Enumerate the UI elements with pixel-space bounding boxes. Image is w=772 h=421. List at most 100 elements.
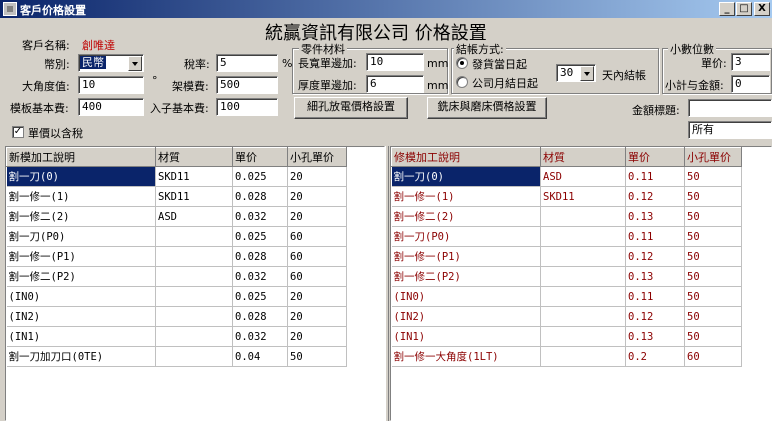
table-row[interactable]: 割一修二(2) 0.13 50 [391,206,742,227]
table-row[interactable]: (IN1) 0.032 20 [6,326,347,347]
table-row[interactable]: 割一刀(P0) 0.025 60 [6,226,347,247]
splitter[interactable] [385,146,389,421]
table-row[interactable]: (IN1) 0.13 50 [391,326,742,347]
table-cell[interactable]: 50 [684,226,742,247]
table-cell[interactable]: 50 [684,166,742,187]
tax-input[interactable]: 5 [216,54,278,72]
table-cell[interactable] [155,226,233,247]
table-cell[interactable]: 割一刀(P0) [6,226,156,247]
table-cell[interactable] [540,286,626,307]
table-cell[interactable]: 割一修二(P2) [6,266,156,287]
tax-included-checkbox[interactable]: ✓ [12,126,24,138]
table-cell[interactable]: 50 [287,346,347,367]
price-decimals-input[interactable]: 3 [731,53,770,71]
table-cell[interactable]: 割一修一(1) [391,186,541,207]
table-cell[interactable]: 0.11 [625,226,685,247]
table-cell[interactable]: 50 [684,306,742,327]
table-cell[interactable]: 20 [287,326,347,347]
mill-grind-price-settings-button[interactable]: 銑床與磨床價格設置 [427,97,547,119]
thickness-margin-input[interactable]: 6 [366,75,424,93]
table-cell[interactable]: 割一修二(2) [391,206,541,227]
table-cell[interactable]: 0.032 [232,326,288,347]
table-cell[interactable]: (IN0) [391,286,541,307]
column-header[interactable]: 小孔單价 [287,147,347,167]
new-mold-grid[interactable]: 新模加工說明 材質 單价 小孔單价 割一刀(0) SKD11 0.025 20 割一修一(1)… [5,146,385,421]
table-cell[interactable]: 60 [684,346,742,367]
table-row[interactable]: 割一修二(P2) 0.13 50 [391,266,742,287]
close-button[interactable]: X [754,2,770,16]
table-cell[interactable]: 割一刀(0) [6,166,156,187]
column-header[interactable]: 修模加工說明 [391,147,541,167]
table-cell[interactable]: 0.025 [232,286,288,307]
table-cell[interactable] [155,306,233,327]
table-row[interactable]: 割一修一(1) SKD11 0.12 50 [391,186,742,207]
rack-fee-input[interactable]: 500 [216,76,278,94]
table-cell[interactable]: 20 [287,306,347,327]
table-cell[interactable] [540,206,626,227]
table-cell[interactable]: SKD11 [540,186,626,207]
table-row[interactable]: (IN2) 0.12 50 [391,306,742,327]
table-cell[interactable] [155,286,233,307]
table-cell[interactable]: 0.12 [625,306,685,327]
billing-option-monthly-radio[interactable] [456,76,468,88]
title-bar[interactable] [0,0,772,18]
table-cell[interactable]: 割一修一(P1) [6,246,156,267]
column-header[interactable]: 單价 [232,147,288,167]
table-cell[interactable]: 50 [684,326,742,347]
table-cell[interactable]: 0.11 [625,166,685,187]
table-cell[interactable] [540,226,626,247]
table-cell[interactable]: 0.025 [232,226,288,247]
table-cell[interactable]: 0.12 [625,246,685,267]
table-cell[interactable]: ASD [540,166,626,187]
table-row[interactable]: (IN0) 0.025 20 [6,286,347,307]
table-cell[interactable]: 0.13 [625,266,685,287]
table-row[interactable]: 割一修一(1) SKD11 0.028 20 [6,186,347,207]
table-cell[interactable] [540,326,626,347]
table-cell[interactable]: SKD11 [155,166,233,187]
table-row[interactable]: 割一刀(0) SKD11 0.025 20 [6,166,347,187]
chevron-down-icon[interactable] [580,66,594,81]
amount-title-input[interactable] [688,99,772,117]
table-cell[interactable]: (IN2) [6,306,156,327]
table-cell[interactable]: (IN1) [6,326,156,347]
table-cell[interactable]: (IN2) [391,306,541,327]
table-row[interactable]: 割一刀(0) ASD 0.11 50 [391,166,742,187]
table-cell[interactable]: 割一刀(0) [391,166,541,187]
table-cell[interactable]: 割一修一(1) [6,186,156,207]
edm-price-settings-button[interactable]: 細孔放電價格設置 [294,97,408,119]
table-cell[interactable]: SKD11 [155,186,233,207]
column-header[interactable]: 小孔單价 [684,147,742,167]
table-cell[interactable]: 0.028 [232,246,288,267]
table-cell[interactable]: 割一修二(2) [6,206,156,227]
table-cell[interactable]: 60 [287,226,347,247]
template-fee-input[interactable]: 400 [78,98,144,116]
maximize-button[interactable]: □ [736,2,752,16]
table-cell[interactable]: 50 [684,266,742,287]
table-cell[interactable] [155,326,233,347]
table-cell[interactable]: 20 [287,206,347,227]
repair-mold-grid[interactable]: 修模加工說明 材質 單价 小孔單价 割一刀(0) ASD 0.11 50 割一修一(1) SKD… [390,146,772,421]
table-row[interactable]: 割一刀加刀口(0TE) 0.04 50 [6,346,347,367]
filter-combo[interactable]: 所有 [688,121,772,139]
table-cell[interactable]: 50 [684,206,742,227]
table-cell[interactable]: (IN1) [391,326,541,347]
table-cell[interactable]: 0.11 [625,286,685,307]
table-row[interactable]: 割一修二(2) ASD 0.032 20 [6,206,347,227]
table-cell[interactable]: 20 [287,286,347,307]
table-cell[interactable] [155,266,233,287]
width-margin-input[interactable]: 10 [366,53,424,71]
angle-input[interactable]: 10 [78,76,144,94]
table-cell[interactable]: ASD [155,206,233,227]
table-cell[interactable]: 割一修一大角度(1LT) [391,346,541,367]
table-cell[interactable]: 0.032 [232,266,288,287]
currency-combo[interactable]: 民幣 [78,54,144,72]
table-cell[interactable]: 0.025 [232,166,288,187]
table-cell[interactable]: (IN0) [6,286,156,307]
table-row[interactable]: (IN2) 0.028 20 [6,306,347,327]
table-cell[interactable]: 0.13 [625,206,685,227]
table-cell[interactable]: 0.2 [625,346,685,367]
table-cell[interactable] [540,266,626,287]
table-cell[interactable]: 60 [287,246,347,267]
column-header[interactable]: 單价 [625,147,685,167]
chevron-down-icon[interactable] [128,56,142,71]
